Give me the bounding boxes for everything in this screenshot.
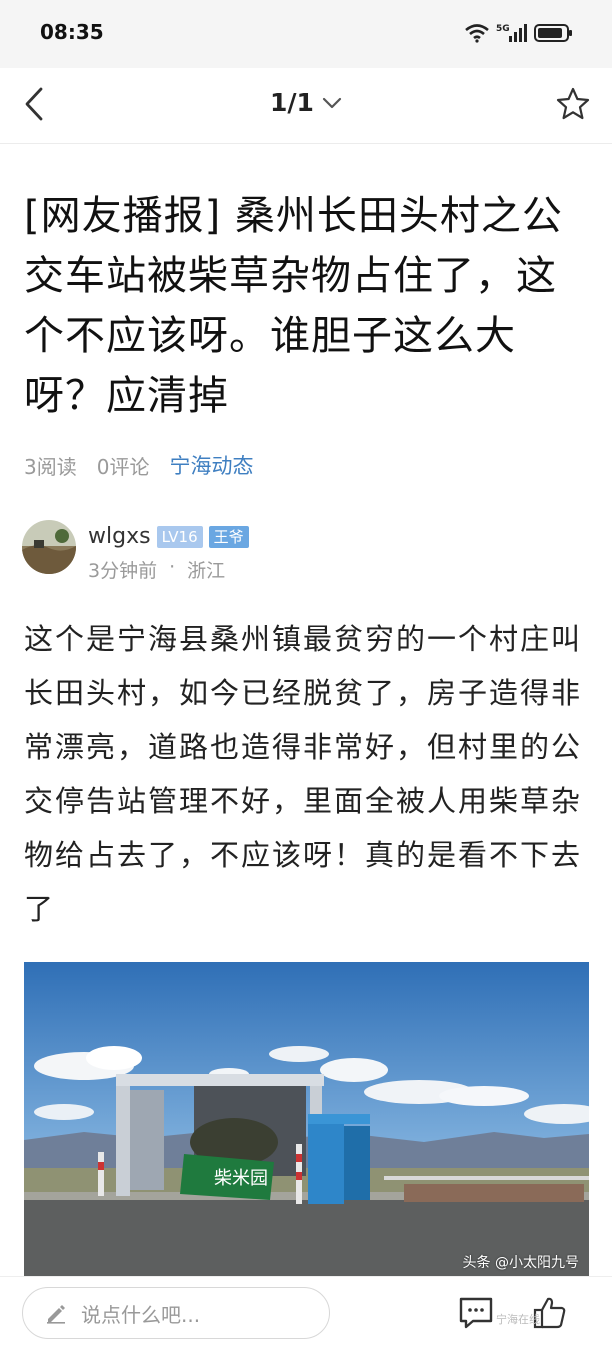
status-bar: 08:35 5G bbox=[0, 0, 612, 68]
article-body: 这个是宁海县桑州镇最贫穷的一个村庄叫长田头村，如今已经脱贫了，房子造得非常漂亮，… bbox=[24, 622, 583, 926]
read-count: 3阅读 bbox=[24, 454, 77, 479]
post-location: 浙江 bbox=[187, 560, 226, 582]
article-meta: 3阅读 0评论 宁海动态 bbox=[24, 450, 253, 480]
article-title: [网友播报] 桑州长田头村之公交车站被柴草杂物占住了，这个不应该呀。谁胆子这么大… bbox=[24, 193, 563, 419]
channel-link[interactable]: 宁海动态 bbox=[169, 450, 253, 480]
signal-icon: 5G bbox=[496, 24, 527, 42]
article-photo[interactable]: 柴米园 头条 @小太阳九号 bbox=[24, 962, 589, 1278]
author-block: wlgxs LV16 王爷 3分钟前 · 浙江 bbox=[22, 520, 592, 583]
title-badge: 王爷 bbox=[208, 525, 249, 548]
comment-input[interactable]: 说点什么吧... bbox=[22, 1287, 330, 1339]
author-name-row: wlgxs LV16 王爷 bbox=[88, 524, 249, 549]
status-time: 08:35 bbox=[40, 20, 104, 44]
chevron-down-icon bbox=[322, 97, 342, 108]
level-badge: LV16 bbox=[156, 525, 203, 548]
comment-button[interactable] bbox=[452, 1289, 500, 1337]
photo-sign-text: 柴米园 bbox=[214, 1168, 268, 1189]
nav-bar: 1/1 bbox=[0, 68, 612, 144]
comment-icon bbox=[459, 1297, 493, 1329]
corner-watermark: 宁海在线 bbox=[496, 1313, 540, 1326]
battery-icon bbox=[534, 24, 572, 42]
bottom-bar: 说点什么吧... 宁海在线 bbox=[0, 1276, 612, 1350]
svg-text:5G: 5G bbox=[496, 24, 510, 34]
avatar[interactable] bbox=[22, 520, 76, 574]
comment-count: 0评论 bbox=[96, 454, 150, 479]
status-icons: 5G bbox=[464, 22, 574, 44]
meta-separator: · bbox=[169, 556, 176, 578]
wifi-icon bbox=[465, 24, 489, 43]
post-time: 3分钟前 bbox=[88, 560, 158, 582]
star-icon bbox=[556, 87, 590, 120]
page-indicator: 1/1 bbox=[270, 88, 314, 117]
comment-placeholder: 说点什么吧... bbox=[81, 1302, 201, 1327]
author-name[interactable]: wlgxs bbox=[88, 524, 151, 549]
pen-icon bbox=[47, 1305, 65, 1324]
favorite-button[interactable] bbox=[552, 82, 594, 126]
author-meta: 3分钟前 · 浙江 bbox=[88, 556, 225, 583]
photo-watermark: 头条 @小太阳九号 bbox=[462, 1255, 579, 1271]
page-indicator-dropdown[interactable]: 1/1 bbox=[0, 88, 612, 117]
